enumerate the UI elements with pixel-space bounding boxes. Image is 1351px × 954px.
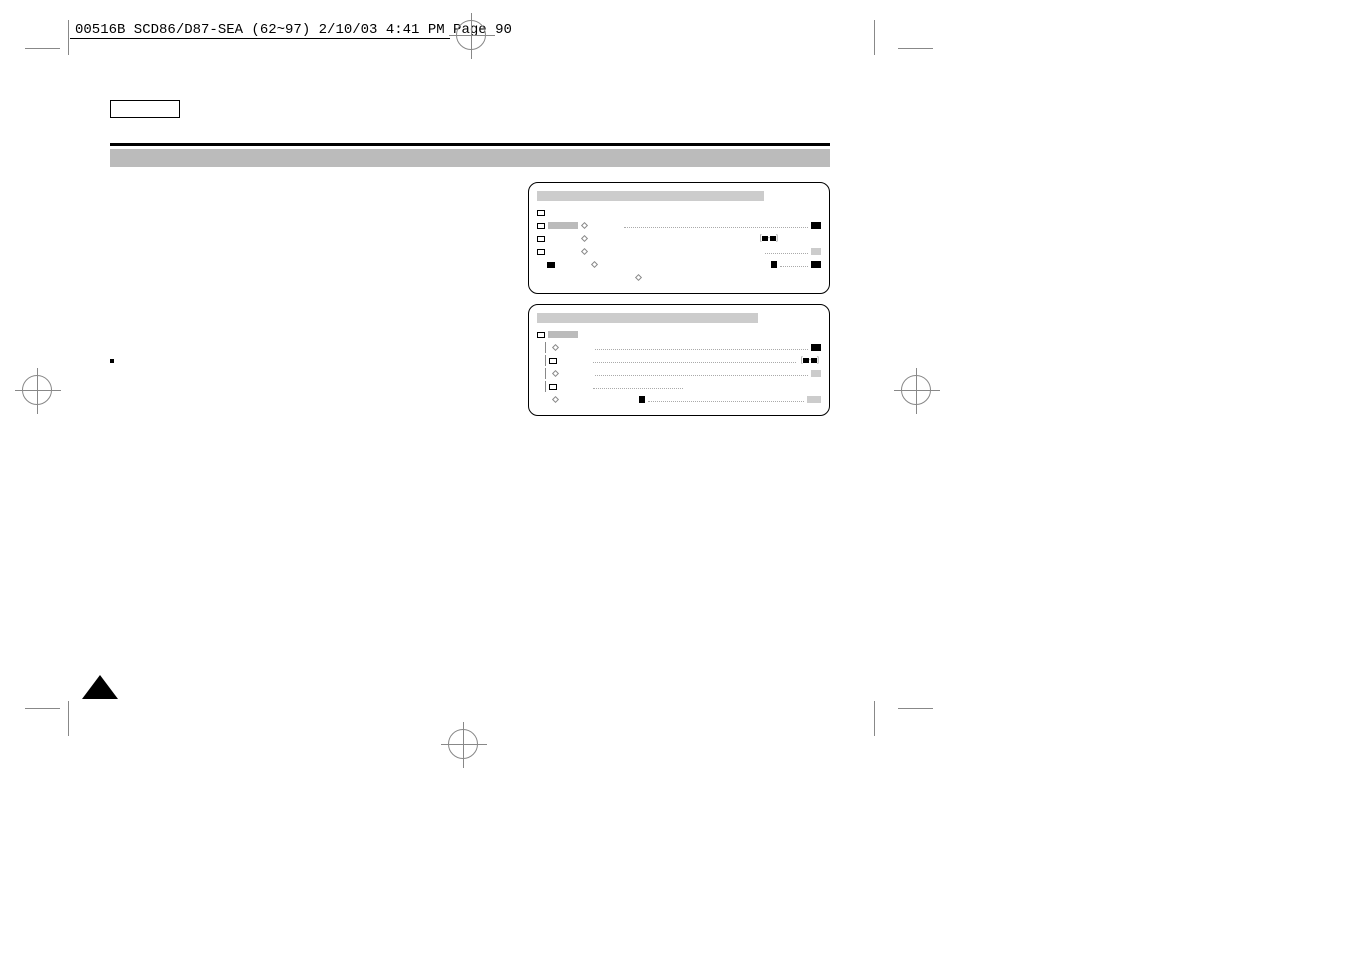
row-label — [601, 261, 631, 268]
row-label — [548, 235, 578, 242]
row-label — [562, 344, 592, 351]
row-label — [591, 235, 621, 242]
menu-diagram-1: - — [528, 182, 830, 294]
page-indicator-triangle-icon — [82, 675, 118, 699]
diamond-icon — [552, 344, 559, 351]
diamond-icon — [581, 248, 588, 255]
registration-mark-icon — [448, 729, 478, 759]
crop-mark — [898, 708, 933, 709]
leader-dots — [593, 359, 796, 363]
diamond-icon — [591, 261, 598, 268]
row-label — [591, 222, 621, 229]
row-label — [560, 383, 590, 390]
small-icon — [639, 396, 645, 403]
menu-diagram-2: - — [528, 304, 830, 416]
end-icon — [811, 261, 821, 268]
leader-dots — [595, 346, 808, 350]
row-label — [591, 248, 621, 255]
bracket-badge-icon: - — [801, 357, 819, 364]
crop-mark — [68, 701, 69, 736]
body-text-column: ........ .... — [110, 182, 506, 462]
crop-mark — [898, 48, 933, 49]
diagram-title-bar — [537, 191, 765, 201]
leader-dots — [648, 398, 804, 402]
end-icon — [811, 248, 821, 255]
dark-folder-icon — [547, 262, 555, 268]
end-icon — [811, 344, 821, 351]
folder-icon — [537, 332, 545, 338]
section-title-bar — [110, 149, 830, 167]
small-icon — [771, 261, 777, 268]
registration-mark-icon — [901, 375, 931, 405]
page-content: ........ .... — [110, 100, 830, 462]
crop-mark — [68, 20, 69, 55]
diamond-icon — [581, 235, 588, 242]
row-label — [548, 248, 578, 255]
row-label-highlighted — [548, 222, 578, 229]
diamond-icon — [581, 222, 588, 229]
row-label-highlighted — [548, 331, 578, 338]
folder-icon — [549, 384, 557, 390]
leader-dots — [624, 224, 808, 228]
leader-dots — [765, 250, 808, 254]
registration-mark-icon — [22, 375, 52, 405]
diagram-title-bar — [537, 313, 759, 323]
leader-dots — [780, 263, 808, 267]
crop-mark — [25, 708, 60, 709]
registration-mark-icon — [456, 20, 486, 50]
folder-icon — [537, 236, 545, 242]
diamond-icon — [552, 370, 559, 377]
row-label — [558, 261, 588, 268]
row-label — [548, 209, 578, 216]
leader-dots — [593, 385, 683, 389]
end-icon — [807, 396, 821, 403]
crop-mark — [25, 48, 60, 49]
title-rule — [110, 143, 830, 146]
crop-mark — [874, 20, 875, 55]
folder-icon — [537, 249, 545, 255]
header-underline — [70, 38, 450, 39]
language-tag — [110, 100, 180, 118]
folder-icon — [537, 223, 545, 229]
leader-dots — [595, 372, 808, 376]
diamond-icon — [552, 396, 559, 403]
print-header: 00516B SCD86/D87-SEA (62~97) 2/10/03 4:4… — [75, 22, 512, 38]
crop-mark — [874, 701, 875, 736]
row-label — [560, 357, 590, 364]
folder-icon — [537, 210, 545, 216]
end-icon — [811, 370, 821, 377]
row-label — [562, 396, 592, 403]
diamond-icon — [635, 274, 642, 281]
folder-icon — [549, 358, 557, 364]
diagram-column: - — [528, 182, 830, 426]
bracket-badge-icon: - — [760, 235, 778, 242]
bullet-square-icon — [110, 359, 114, 363]
row-label — [562, 370, 592, 377]
end-icon — [811, 222, 821, 229]
